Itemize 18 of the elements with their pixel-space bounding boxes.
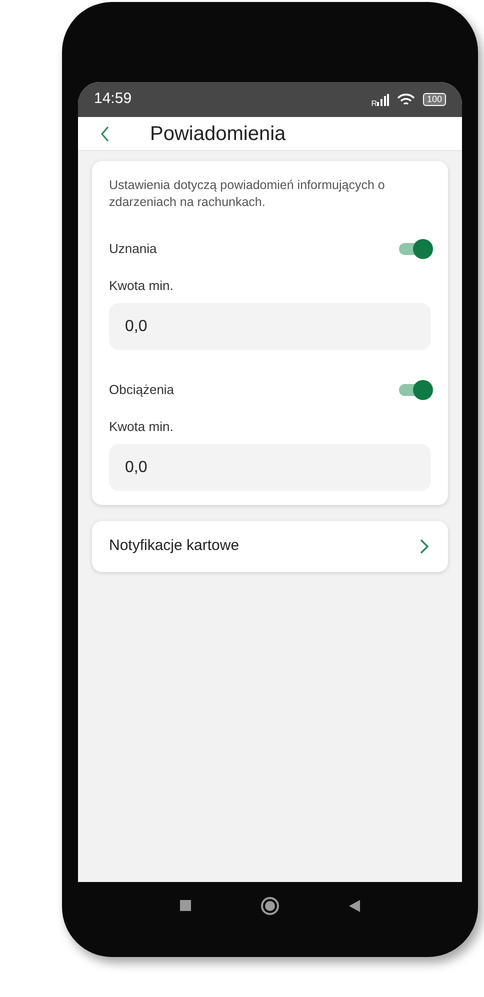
amount-input[interactable]: 0,0 xyxy=(109,444,431,491)
wifi-icon xyxy=(396,92,415,106)
chevron-right-icon xyxy=(420,539,429,554)
roaming-label: R xyxy=(371,100,377,108)
amount-input[interactable]: 0,0 xyxy=(109,303,431,350)
home-button[interactable] xyxy=(261,897,279,915)
toggle-label: Uznania xyxy=(109,240,157,258)
field-label: Kwota min. xyxy=(109,418,174,436)
toggle-label: Obciążenia xyxy=(109,381,174,399)
back-icon xyxy=(100,126,110,142)
field-label: Kwota min. xyxy=(109,276,174,294)
signal-icon xyxy=(376,94,389,106)
screen-title: Powiadomienia xyxy=(150,122,286,146)
card-notifications-link[interactable]: Notyfikacje kartowe xyxy=(92,521,448,572)
back-nav-button[interactable] xyxy=(349,900,360,912)
battery-icon: 100 xyxy=(422,93,446,106)
clock: 14:59 xyxy=(94,89,132,110)
settings-description: Ustawienia dotyczą powiadomień informujących o zdarzeniach na rachunkach. xyxy=(109,177,386,211)
